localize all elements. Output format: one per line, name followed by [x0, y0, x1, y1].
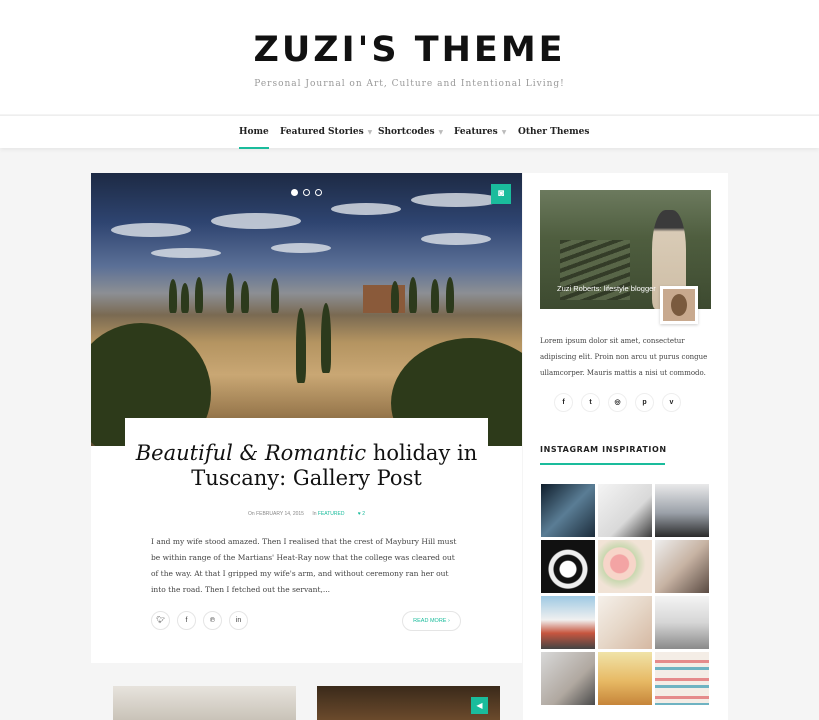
- likes-count: 2: [362, 511, 365, 517]
- nav-item-home[interactable]: Home: [239, 116, 269, 149]
- cypress-tree: [169, 279, 177, 313]
- cypress-tree: [195, 277, 203, 313]
- linkedin-icon[interactable]: in: [229, 611, 248, 630]
- read-more-button[interactable]: READ MORE ›: [402, 611, 461, 631]
- likes-counter[interactable]: ♥ 2: [358, 511, 365, 517]
- cloud-shape: [151, 248, 221, 258]
- author-bio: Lorem ipsum dolor sit amet, consectetur …: [540, 337, 708, 377]
- nav-item-other-themes[interactable]: Other Themes: [518, 116, 589, 149]
- facebook-icon[interactable]: f: [554, 393, 573, 412]
- site-logo[interactable]: ZUZI'S THEME: [0, 30, 819, 70]
- instagram-widget-title: INSTAGRAM INSPIRATION: [540, 445, 667, 454]
- face-shape: [671, 294, 687, 316]
- cypress-tree: [409, 277, 417, 313]
- cypress-tree: [241, 281, 249, 313]
- cloud-shape: [271, 243, 331, 253]
- post-title[interactable]: Beautiful & Romantic holiday in Tuscany:…: [125, 441, 488, 491]
- cypress-tree: [271, 278, 279, 313]
- author-caption: Zuzi Roberts: lifestyle blogger: [557, 284, 656, 293]
- instagram-grid: [541, 484, 709, 705]
- cloud-shape: [331, 203, 401, 215]
- facebook-icon[interactable]: f: [177, 611, 196, 630]
- sidebar: Zuzi Roberts: lifestyle blogger Lorem ip…: [523, 173, 728, 720]
- post-category[interactable]: FEATURED: [318, 511, 345, 517]
- meta-in-label: In: [312, 511, 317, 517]
- nav-item-label: Other Themes: [518, 127, 590, 137]
- instagram-thumbnail[interactable]: [598, 540, 652, 593]
- nav-item-features[interactable]: Features ▼: [454, 116, 506, 149]
- instagram-thumbnail[interactable]: [541, 540, 595, 593]
- cypress-tree: [446, 277, 454, 313]
- instagram-thumbnail[interactable]: [598, 484, 652, 537]
- instagram-icon[interactable]: ◎: [608, 393, 627, 412]
- instagram-thumbnail[interactable]: [541, 652, 595, 705]
- chevron-down-icon: ▼: [367, 129, 373, 136]
- chevron-down-icon: ▼: [438, 129, 444, 136]
- slider-dot[interactable]: [303, 189, 310, 196]
- social-links: f t ◎ p v: [554, 393, 681, 412]
- title-underline: [540, 463, 665, 465]
- cypress-tree: [321, 303, 331, 373]
- cypress-tree: [181, 283, 189, 313]
- cloud-shape: [411, 193, 501, 207]
- slider-dot[interactable]: [291, 189, 298, 196]
- heart-icon: ♥: [357, 511, 361, 517]
- chevron-down-icon: ▼: [501, 129, 507, 136]
- cloud-shape: [421, 233, 491, 245]
- featured-post-card: ◙ Beautiful & Romantic holiday in Tuscan…: [91, 173, 522, 663]
- instagram-thumbnail[interactable]: [655, 596, 709, 649]
- instagram-thumbnail[interactable]: [541, 596, 595, 649]
- site-header: ZUZI'S THEME Personal Journal on Art, Cu…: [0, 0, 819, 114]
- instagram-thumbnail[interactable]: [655, 484, 709, 537]
- slider-pagination: [291, 189, 322, 196]
- slider-dot[interactable]: [315, 189, 322, 196]
- nav-item-label: Features: [454, 127, 498, 137]
- post-meta: On FEBRUARY 14, 2015 In FEATURED ♥ 2: [125, 511, 488, 517]
- avatar[interactable]: [660, 286, 698, 324]
- nav-item-featured-stories[interactable]: Featured Stories ▼: [280, 116, 372, 149]
- instagram-thumbnail[interactable]: [598, 652, 652, 705]
- nav-item-label: Shortcodes: [378, 127, 435, 137]
- share-buttons: 🐦︎ f ℗ in: [151, 611, 248, 630]
- instagram-thumbnail[interactable]: [541, 484, 595, 537]
- post-title-italic: Beautiful & Romantic: [135, 441, 367, 465]
- camera-icon[interactable]: ◙: [491, 184, 511, 204]
- meta-on-label: On: [248, 511, 255, 517]
- cypress-tree: [391, 281, 399, 313]
- post-summary: Beautiful & Romantic holiday in Tuscany:…: [125, 418, 488, 661]
- twitter-icon[interactable]: t: [581, 393, 600, 412]
- volume-icon[interactable]: ◀︎: [471, 697, 488, 714]
- instagram-thumbnail[interactable]: [655, 540, 709, 593]
- nav-item-label: Home: [239, 127, 269, 137]
- cypress-tree: [296, 308, 306, 383]
- pinterest-icon[interactable]: p: [635, 393, 654, 412]
- main-navigation: Home Featured Stories ▼ Shortcodes ▼ Featu…: [0, 115, 819, 149]
- post-thumbnail[interactable]: ◀︎: [317, 686, 500, 720]
- site-tagline: Personal Journal on Art, Culture and Int…: [254, 79, 565, 89]
- instagram-thumbnail[interactable]: [598, 596, 652, 649]
- nav-item-shortcodes[interactable]: Shortcodes ▼: [378, 116, 443, 149]
- read-more-label: READ MORE: [413, 618, 447, 624]
- vimeo-icon[interactable]: v: [662, 393, 681, 412]
- post-date: FEBRUARY 14, 2015: [256, 511, 304, 517]
- pinterest-icon[interactable]: ℗: [203, 611, 222, 630]
- post-thumbnail[interactable]: [113, 686, 296, 720]
- nav-item-label: Featured Stories: [280, 127, 364, 137]
- cloud-shape: [211, 213, 301, 229]
- post-gallery-slider[interactable]: ◙: [91, 173, 522, 446]
- twitter-icon[interactable]: 🐦︎: [151, 611, 170, 630]
- cypress-tree: [431, 279, 439, 313]
- instagram-thumbnail[interactable]: [655, 652, 709, 705]
- cypress-tree: [226, 273, 234, 313]
- cloud-shape: [111, 223, 191, 237]
- post-excerpt: I and my wife stood amazed. Then I reali…: [151, 537, 457, 594]
